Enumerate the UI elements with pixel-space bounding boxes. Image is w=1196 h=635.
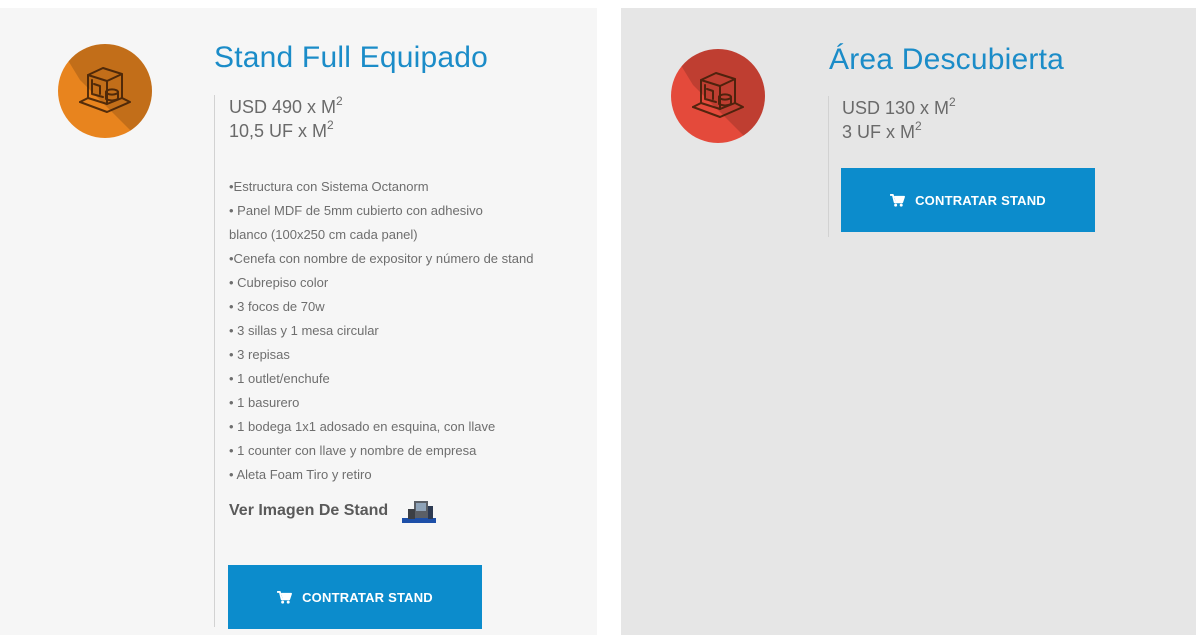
card-content: USD 490 x M2 10,5 UF x M2 •Estructura co…: [214, 95, 597, 627]
price-usd: USD 490 x M2: [229, 94, 343, 117]
feature-item: • Aleta Foam Tiro y retiro: [229, 467, 372, 482]
price-uf: 3 UF x M2: [842, 119, 922, 142]
price-usd: USD 130 x M2: [842, 95, 956, 118]
area-descubierta-card: Área Descubierta USD 130 x M2 3 UF x M2 …: [621, 8, 1196, 635]
price-list: USD 490 x M2 10,5 UF x M2: [229, 95, 597, 143]
feature-item: • 1 counter con llave y nombre de empres…: [229, 443, 477, 458]
feature-item: • 3 focos de 70w: [229, 299, 325, 314]
feature-item: •Estructura con Sistema Octanorm: [229, 179, 429, 194]
contratar-stand-button[interactable]: CONTRATAR STAND: [228, 565, 482, 629]
feature-item: • 1 outlet/enchufe: [229, 371, 330, 386]
price-list: USD 130 x M2 3 UF x M2: [842, 96, 1128, 144]
card-title: Stand Full Equipado: [214, 41, 488, 74]
stand-booth-icon: [58, 44, 152, 138]
contratar-stand-label: CONTRATAR STAND: [915, 192, 1046, 208]
shopping-cart-icon: [890, 193, 906, 207]
stand-full-equipado-card: Stand Full Equipado USD 490 x M2 10,5 UF…: [0, 8, 597, 635]
shopping-cart-icon: [277, 590, 293, 604]
feature-item: • 3 sillas y 1 mesa circular: [229, 323, 379, 338]
feature-item: • 1 bodega 1x1 adosado en esquina, con l…: [229, 419, 496, 434]
contratar-stand-button[interactable]: CONTRATAR STAND: [841, 168, 1095, 232]
feature-item: • Cubrepiso color: [229, 275, 329, 290]
feature-item: • 3 repisas: [229, 347, 290, 362]
card-title: Área Descubierta: [829, 43, 1064, 76]
view-stand-image-link[interactable]: Ver Imagen De Stand: [229, 499, 597, 523]
stand-booth-icon: [671, 49, 765, 143]
feature-item: • Panel MDF de 5mm cubierto con adhesivo: [229, 203, 483, 218]
price-uf: 10,5 UF x M2: [229, 118, 334, 141]
contratar-stand-label: CONTRATAR STAND: [302, 589, 433, 605]
view-stand-image-label: Ver Imagen De Stand: [229, 502, 389, 519]
feature-item: •Cenefa con nombre de expositor y número…: [229, 251, 534, 266]
feature-item: • 1 basurero: [229, 395, 300, 410]
feature-list: •Estructura con Sistema Octanorm • Panel…: [229, 175, 597, 487]
feature-item: blanco (100x250 cm cada panel): [229, 227, 418, 242]
stand-image-thumbnail-icon[interactable]: [402, 499, 437, 523]
